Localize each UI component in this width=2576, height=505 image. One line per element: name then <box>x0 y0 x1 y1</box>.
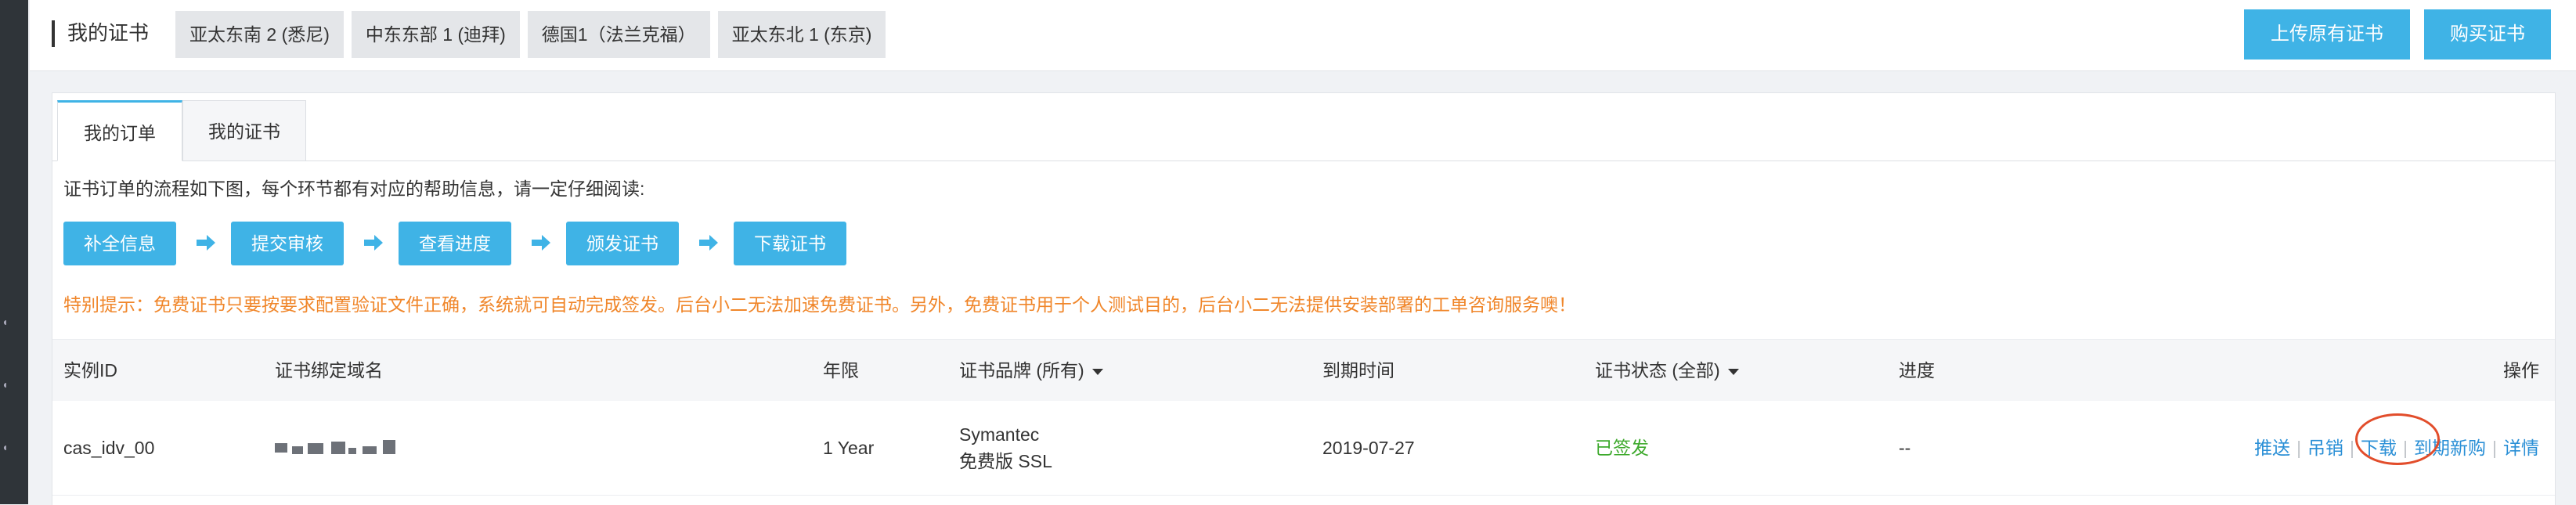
buy-cert-button[interactable]: 购买证书 <box>2424 9 2551 60</box>
col-operations: 操作 <box>2503 360 2539 381</box>
special-notice: 特别提示：免费证书只要按要求配置验证文件正确，系统就可自动完成签发。后台小二无法… <box>63 294 1576 315</box>
detail-link[interactable]: 详情 <box>2503 438 2539 458</box>
download-link[interactable]: 下载 <box>2361 438 2397 458</box>
col-instance-id: 实例ID <box>63 360 117 381</box>
nav-icon[interactable]: ◖ <box>2 316 9 327</box>
region-tab-sydney[interactable]: 亚太东南 2 (悉尼) <box>175 11 344 58</box>
row-actions: 推送 | 吊销 | 下载 | 到期新购 | 详情 <box>2254 401 2539 495</box>
separator: | <box>2403 438 2408 458</box>
flow-intro-text: 证书订单的流程如下图，每个环节都有对应的帮助信息，请一定仔细阅读: <box>63 179 645 199</box>
step-submit-review[interactable]: 提交审核 <box>231 222 344 265</box>
col-brand-label: 证书品牌 (所有) <box>959 360 1084 381</box>
table-header: 实例ID 证书绑定域名 年限 证书品牌 (所有) 到期时间 证书状态 (全部) … <box>52 339 2555 402</box>
cert-panel: 我的订单 我的证书 证书订单的流程如下图，每个环节都有对应的帮助信息，请一定仔细… <box>52 92 2556 505</box>
arrow-right-icon <box>699 235 718 251</box>
col-expiry: 到期时间 <box>1322 360 1394 381</box>
step-complete-info[interactable]: 补全信息 <box>63 222 176 265</box>
step-download-cert[interactable]: 下载证书 <box>734 222 846 265</box>
col-status-filter[interactable]: 证书状态 (全部) <box>1595 340 1739 401</box>
step-issue-cert[interactable]: 颁发证书 <box>566 222 679 265</box>
col-status-label: 证书状态 (全部) <box>1595 360 1720 381</box>
redacted-domain <box>275 440 400 457</box>
col-term: 年限 <box>823 360 859 381</box>
renew-link[interactable]: 到期新购 <box>2414 438 2486 458</box>
region-tabs: 亚太东南 2 (悉尼) 中东东部 1 (迪拜) 德国1（法兰克福） 亚太东北 1… <box>175 11 886 58</box>
tab-my-certs[interactable]: 我的证书 <box>182 100 306 161</box>
upload-cert-button[interactable]: 上传原有证书 <box>2244 9 2410 60</box>
cell-brand-product: 免费版 SSL <box>959 451 1052 471</box>
page-title: 我的证书 <box>67 21 150 45</box>
main-content: 我的证书 亚太东南 2 (悉尼) 中东东部 1 (迪拜) 德国1（法兰克福） 亚… <box>30 0 2576 505</box>
arrow-right-icon <box>364 235 383 251</box>
tab-my-orders[interactable]: 我的订单 <box>57 100 182 161</box>
separator: | <box>2492 438 2497 458</box>
cell-brand-vendor: Symantec <box>959 424 1040 445</box>
region-tab-tokyo[interactable]: 亚太东北 1 (东京) <box>717 11 886 58</box>
caret-down-icon <box>1727 368 1739 375</box>
region-tab-dubai[interactable]: 中东东部 1 (迪拜) <box>351 11 520 58</box>
arrow-right-icon <box>532 235 550 251</box>
separator: | <box>2350 438 2355 458</box>
cell-term: 1 Year <box>823 438 875 458</box>
region-tab-frankfurt[interactable]: 德国1（法兰克福） <box>527 11 710 58</box>
table-row: cas_idv_00 1 Year Symantec 免费版 SSL 2019-… <box>52 401 2555 496</box>
step-check-progress[interactable]: 查看进度 <box>399 222 511 265</box>
push-link[interactable]: 推送 <box>2254 438 2290 458</box>
separator: | <box>2296 438 2302 458</box>
panel-tabs: 我的订单 我的证书 <box>52 93 2555 161</box>
arrow-right-icon <box>197 235 215 251</box>
nav-icon[interactable]: ◖ <box>2 379 9 390</box>
cell-brand: Symantec 免费版 SSL <box>959 401 1052 495</box>
title-accent-bar <box>52 20 55 47</box>
left-nav-strip: ◖ ◖ ◖ <box>0 0 28 504</box>
cell-instance-id: cas_idv_00 <box>63 438 155 458</box>
caret-down-icon <box>1091 368 1103 375</box>
col-bound-domain: 证书绑定域名 <box>275 360 383 381</box>
col-progress: 进度 <box>1899 360 1935 381</box>
status-badge: 已签发 <box>1595 438 1649 458</box>
col-brand-filter[interactable]: 证书品牌 (所有) <box>959 340 1103 401</box>
cell-progress: -- <box>1899 438 1911 458</box>
cell-expiry: 2019-07-27 <box>1322 438 1415 458</box>
page-header: 我的证书 亚太东南 2 (悉尼) 中东东部 1 (迪拜) 德国1（法兰克福） 亚… <box>30 0 2576 71</box>
revoke-link[interactable]: 吊销 <box>2307 438 2343 458</box>
nav-icon[interactable]: ◖ <box>2 442 9 453</box>
